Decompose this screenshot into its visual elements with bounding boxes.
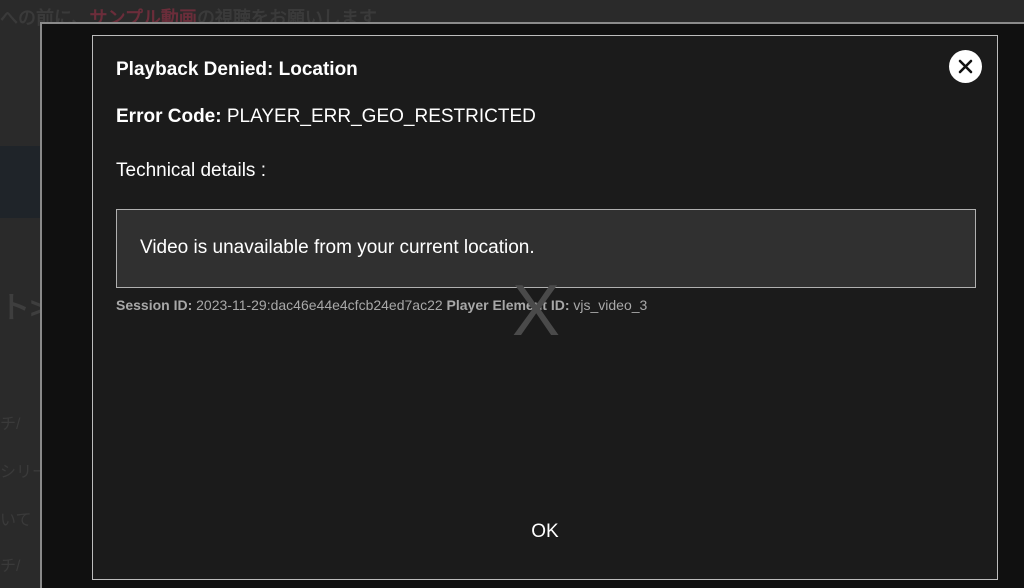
close-button[interactable] <box>949 50 982 83</box>
background-line: チ/ <box>0 558 21 575</box>
dialog-title: Playback Denied: Location <box>116 59 358 80</box>
background-line: チ/ <box>0 416 21 433</box>
ok-button[interactable]: OK <box>503 516 587 546</box>
session-id-label: Session ID: <box>116 297 193 313</box>
session-id-value: 2023-11-29:dac46e44e4cfcb24ed7ac22 <box>196 297 443 313</box>
error-code-label: Error Code: <box>116 106 222 127</box>
background-banner <box>0 146 40 218</box>
session-info-line: Session ID: 2023-11-29:dac46e44e4cfcb24e… <box>116 297 647 313</box>
technical-details-label: Technical details : <box>116 160 266 181</box>
background-line: いて <box>0 512 32 529</box>
error-code-line: Error Code: PLAYER_ERR_GEO_RESTRICTED <box>116 106 536 128</box>
close-icon <box>958 59 973 74</box>
player-placeholder-x: X <box>512 271 561 351</box>
player-element-id-value: vjs_video_3 <box>573 297 648 313</box>
error-message-text: Video is unavailable from your current l… <box>140 237 535 258</box>
error-code-value: PLAYER_ERR_GEO_RESTRICTED <box>226 106 536 127</box>
